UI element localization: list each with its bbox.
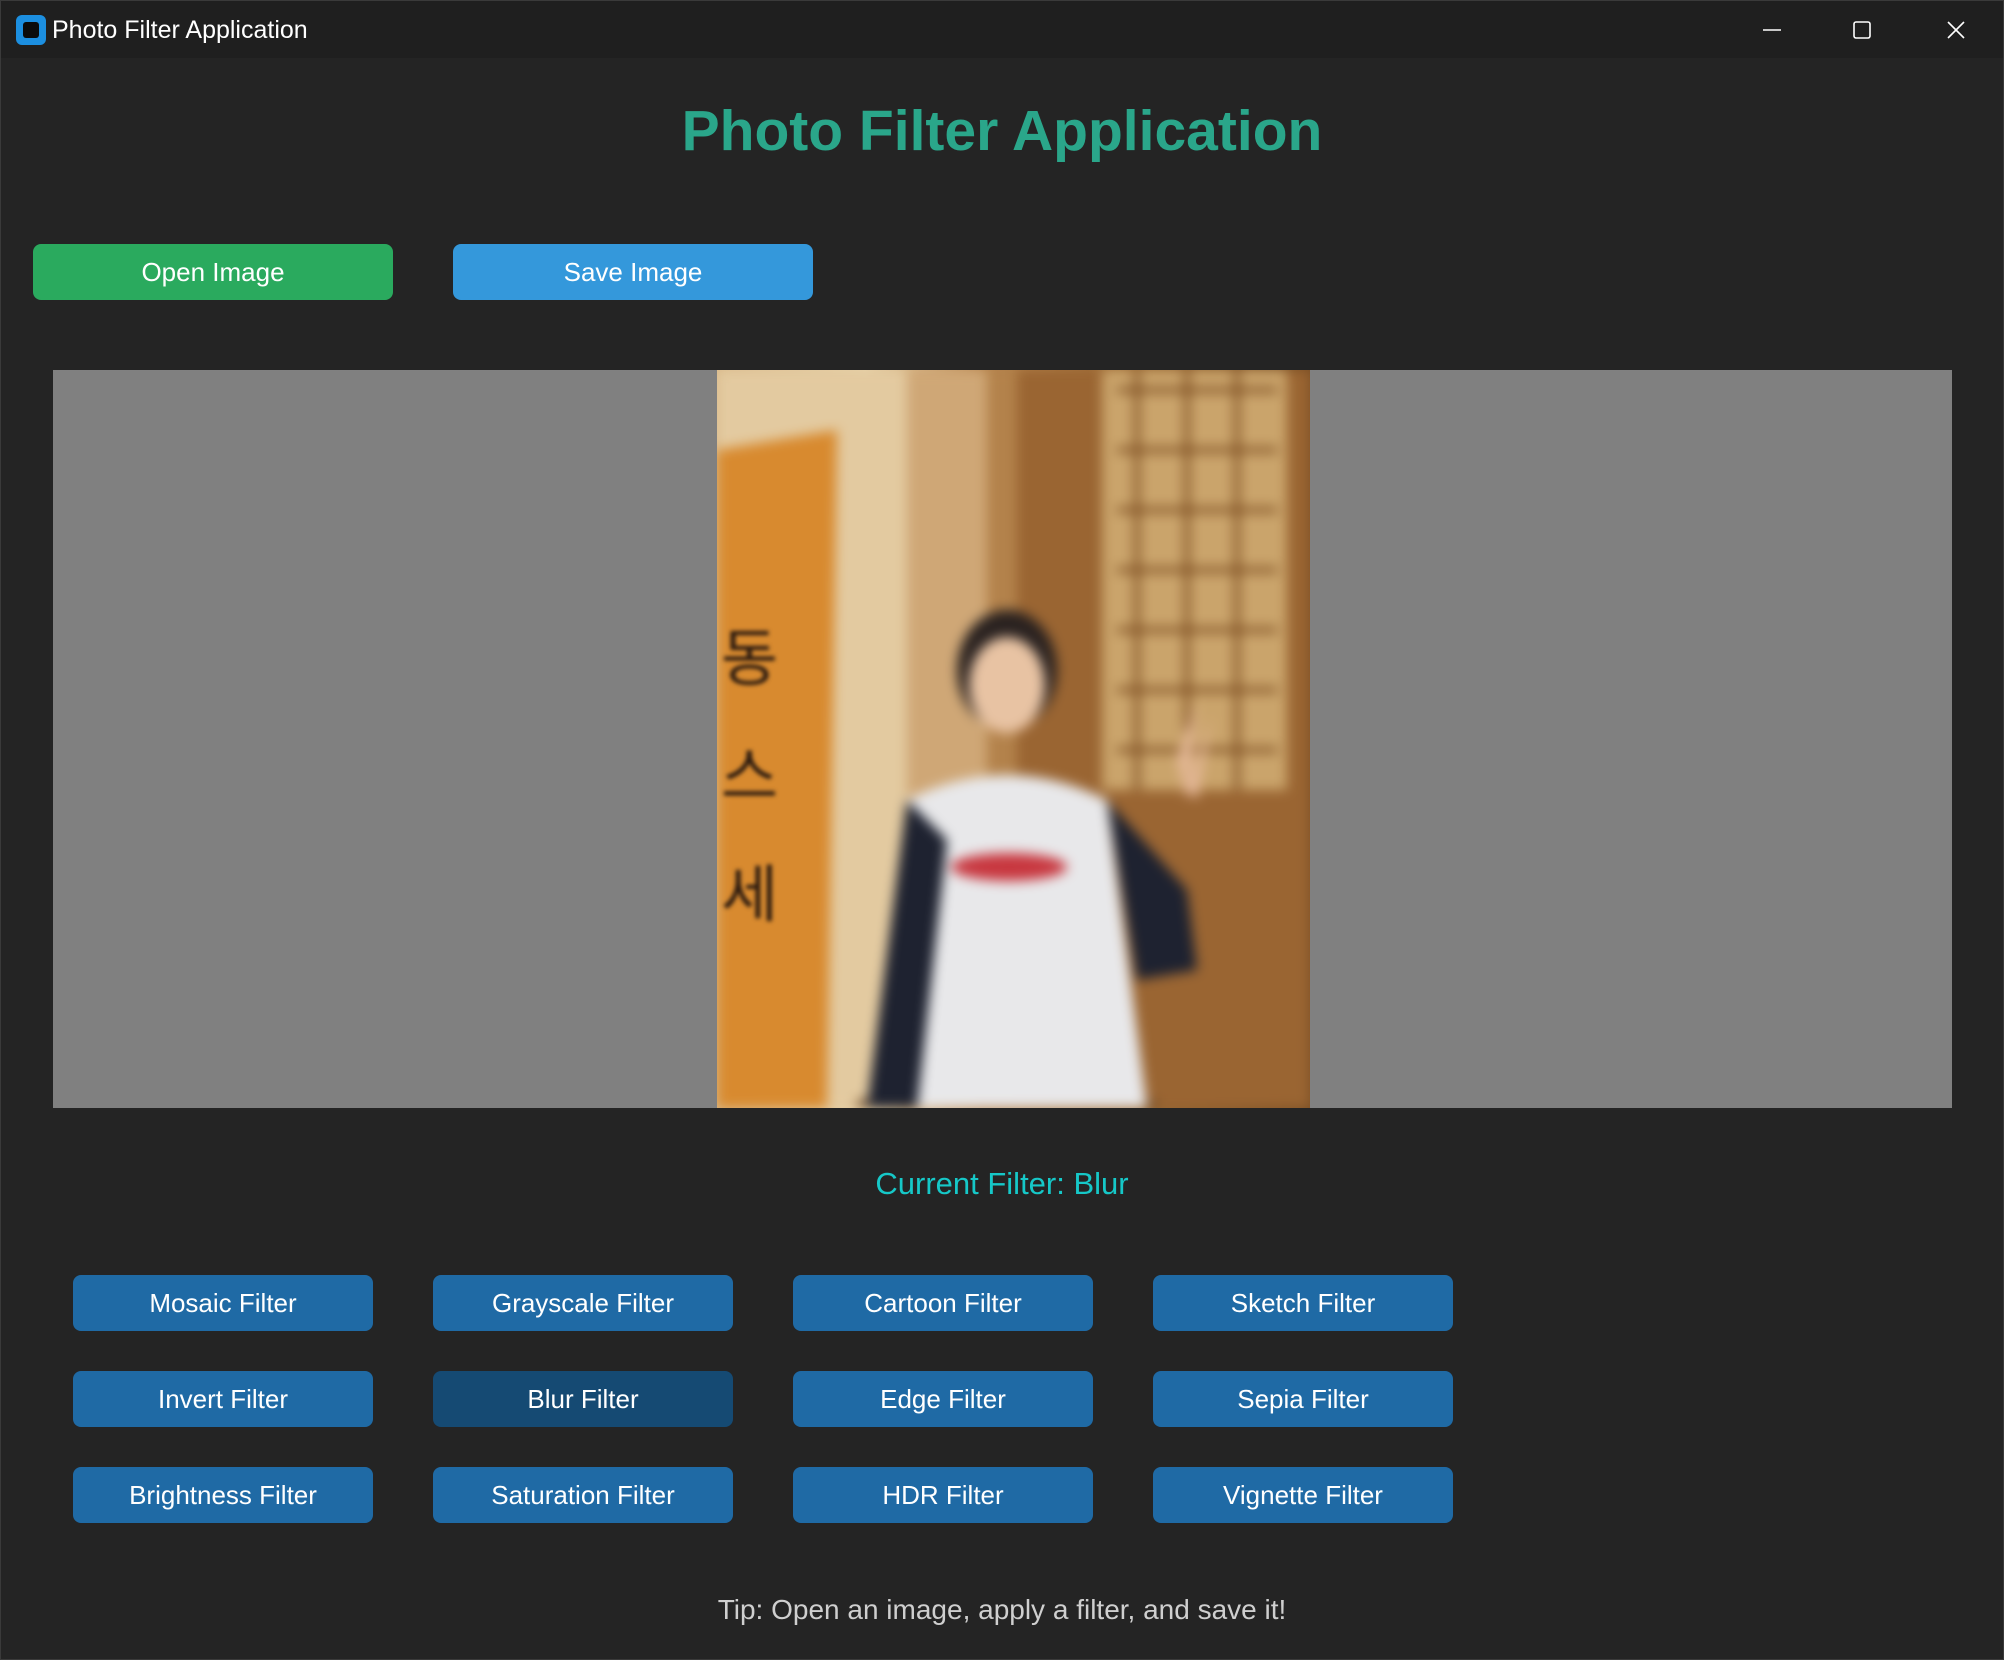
close-button[interactable] [1911,1,2001,58]
maximize-button[interactable] [1817,1,1907,58]
invert-filter-button[interactable]: Invert Filter [73,1371,373,1427]
page-title: Photo Filter Application [681,99,1323,163]
app-window: Photo Filter Application Photo Filter Ap… [0,0,2004,1660]
photo-sign-text: 동 스 세 [721,600,781,953]
maximize-icon [1853,20,1871,39]
sketch-filter-button[interactable]: Sketch Filter [1153,1275,1453,1331]
grayscale-filter-button[interactable]: Grayscale Filter [433,1275,733,1331]
vignette-filter-button[interactable]: Vignette Filter [1153,1467,1453,1523]
mosaic-filter-button[interactable]: Mosaic Filter [73,1275,373,1331]
saturation-filter-button[interactable]: Saturation Filter [433,1467,733,1523]
cartoon-filter-button[interactable]: Cartoon Filter [793,1275,1093,1331]
edge-filter-button[interactable]: Edge Filter [793,1371,1093,1427]
hdr-filter-button[interactable]: HDR Filter [793,1467,1093,1523]
image-preview-canvas: 동 스 세 [53,370,1952,1108]
blur-filter-button[interactable]: Blur Filter [433,1371,733,1427]
preview-photo: 동 스 세 [717,370,1310,1108]
tip-text: Tip: Open an image, apply a filter, and … [717,1594,1287,1625]
photo-sign-char: 스 [721,739,779,813]
close-icon [1947,20,1965,39]
minimize-icon [1763,28,1781,31]
window-title: Photo Filter Application [52,16,308,44]
app-icon [16,15,46,45]
brightness-filter-button[interactable]: Brightness Filter [73,1467,373,1523]
current-filter-label: Current Filter: Blur [875,1166,1129,1201]
sepia-filter-button[interactable]: Sepia Filter [1153,1371,1453,1427]
title-bar[interactable]: Photo Filter Application [1,1,2003,58]
photo-sign-char: 세 [721,857,779,931]
open-image-button[interactable]: Open Image [33,244,393,300]
save-image-button[interactable]: Save Image [453,244,813,300]
minimize-button[interactable] [1727,1,1817,58]
photo-sign-char: 동 [721,622,779,695]
